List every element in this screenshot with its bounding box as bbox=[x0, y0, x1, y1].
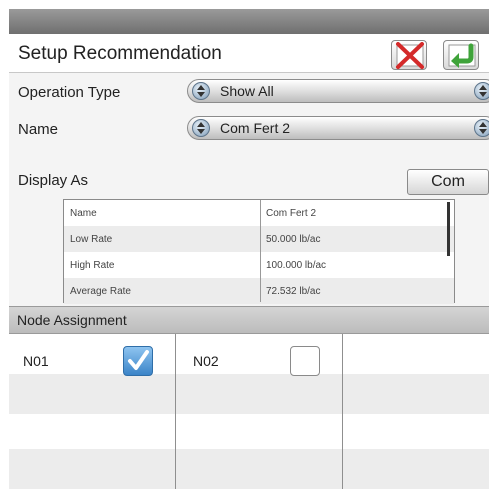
detail-key: Low Rate bbox=[70, 234, 113, 245]
accept-button[interactable] bbox=[443, 40, 479, 70]
checkmark-icon bbox=[128, 350, 149, 370]
column-divider bbox=[175, 334, 176, 489]
grid-stripe bbox=[9, 374, 489, 414]
table-row: Name Com Fert 2 bbox=[64, 200, 454, 226]
status-bar bbox=[9, 9, 489, 34]
detail-value: Com Fert 2 bbox=[266, 208, 317, 219]
scroll-up-down-icon[interactable] bbox=[192, 82, 210, 100]
scroll-up-down-icon[interactable] bbox=[474, 119, 489, 137]
detail-value: 100.000 lb/ac bbox=[266, 260, 327, 271]
column-divider bbox=[342, 334, 343, 489]
table-scrollbar[interactable] bbox=[447, 202, 450, 256]
name-row: Name Com Fert 2 bbox=[9, 115, 489, 143]
accept-arrow-icon bbox=[448, 43, 476, 68]
title-bar: Setup Recommendation bbox=[9, 34, 489, 73]
detail-value: 50.000 lb/ac bbox=[266, 234, 321, 245]
node-n01-checkbox[interactable] bbox=[123, 346, 153, 376]
node-label-n02: N02 bbox=[193, 353, 219, 369]
scroll-up-down-icon[interactable] bbox=[192, 119, 210, 137]
operation-type-row: Operation Type Show All bbox=[9, 78, 489, 106]
node-assignment-title: Node Assignment bbox=[17, 312, 127, 328]
scroll-up-down-icon[interactable] bbox=[474, 82, 489, 100]
node-assignment-grid: N01 N02 bbox=[9, 334, 489, 489]
detail-value: 72.532 lb/ac bbox=[266, 286, 321, 297]
recommendation-details-table: Name Com Fert 2 Low Rate 50.000 lb/ac Hi… bbox=[63, 199, 455, 304]
operation-type-value: Show All bbox=[220, 83, 274, 99]
cancel-button[interactable] bbox=[391, 40, 427, 70]
table-row: Average Rate 72.532 lb/ac bbox=[64, 278, 454, 304]
detail-key: Name bbox=[70, 208, 97, 219]
operation-type-selector[interactable]: Show All bbox=[187, 79, 489, 103]
name-selector[interactable]: Com Fert 2 bbox=[187, 116, 489, 140]
name-value: Com Fert 2 bbox=[220, 120, 291, 136]
cancel-x-icon bbox=[396, 42, 424, 69]
display-as-label: Display As bbox=[18, 172, 89, 189]
node-label-n01: N01 bbox=[23, 353, 49, 369]
table-row: High Rate 100.000 lb/ac bbox=[64, 252, 454, 278]
table-row: Low Rate 50.000 lb/ac bbox=[64, 226, 454, 252]
page-title: Setup Recommendation bbox=[18, 43, 222, 64]
detail-key: Average Rate bbox=[70, 286, 131, 297]
node-n02-checkbox[interactable] bbox=[290, 346, 320, 376]
operation-type-label: Operation Type bbox=[18, 84, 121, 101]
name-label: Name bbox=[18, 121, 59, 138]
node-assignment-header: Node Assignment bbox=[9, 306, 489, 334]
column-divider bbox=[260, 200, 261, 302]
app-window: Setup Recommendation Operation Type Show… bbox=[9, 9, 489, 489]
display-as-button[interactable]: Com bbox=[407, 169, 489, 195]
detail-key: High Rate bbox=[70, 260, 115, 271]
grid-stripe bbox=[9, 449, 489, 489]
